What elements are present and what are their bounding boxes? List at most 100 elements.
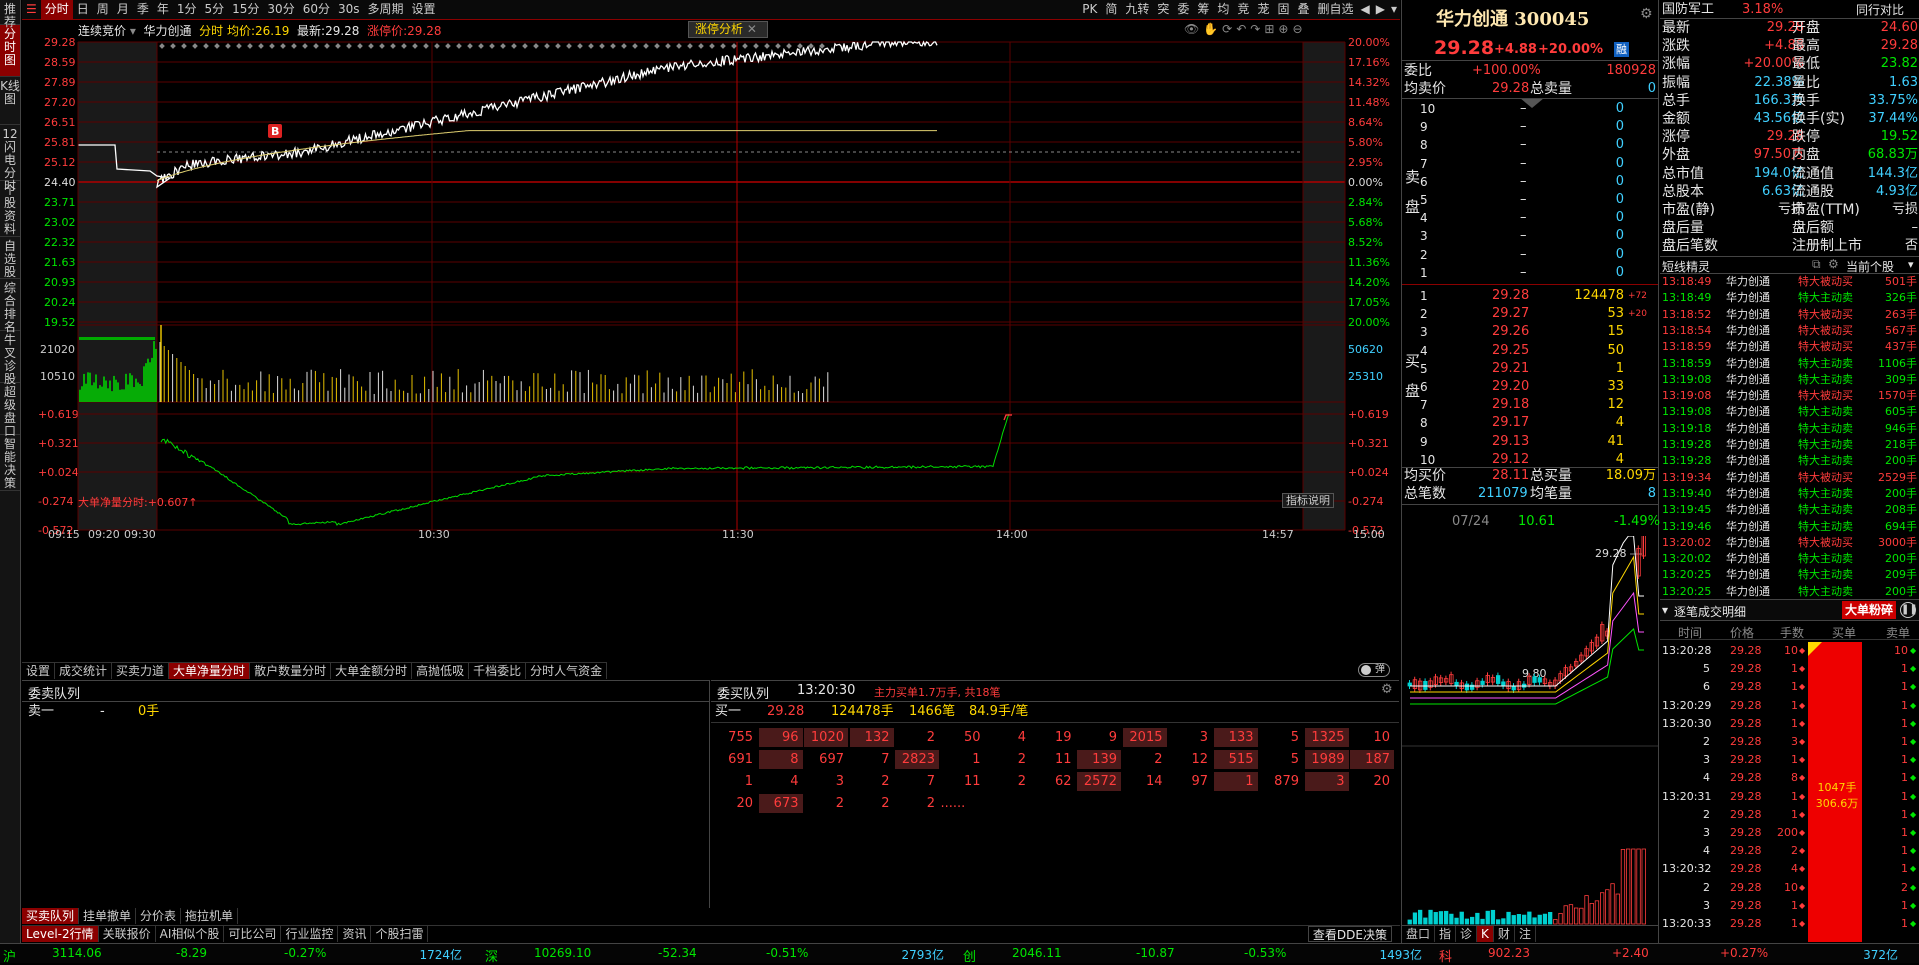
tool-button-0[interactable]: PK bbox=[1078, 0, 1101, 19]
tool-button-6[interactable]: 均 bbox=[1213, 0, 1233, 19]
index-name[interactable]: 科 bbox=[1439, 946, 1452, 965]
buy-price[interactable]: 29.27 bbox=[1492, 305, 1529, 323]
period-tab-8[interactable]: 15分 bbox=[228, 0, 263, 19]
grid-icon[interactable]: ☰ bbox=[22, 0, 41, 19]
sell-price[interactable]: – bbox=[1520, 100, 1527, 118]
indicator-tab-0[interactable]: 设置 bbox=[22, 663, 56, 679]
settings-icon[interactable]: ⚙ bbox=[1640, 6, 1653, 22]
elf-row[interactable]: 13:19:45 华力创通 特大主动卖 208手 bbox=[1660, 502, 1919, 518]
period-tab-13[interactable]: 设置 bbox=[408, 0, 440, 19]
elf-row[interactable]: 13:19:34 华力创通 特大被动买 2529手 bbox=[1660, 470, 1919, 486]
elf-row[interactable]: 13:19:08 华力创通 特大被动买 1570手 bbox=[1660, 388, 1919, 404]
elf-row[interactable]: 13:18:54 华力创通 特大被动买 567手 bbox=[1660, 323, 1919, 339]
period-tab-9[interactable]: 30分 bbox=[263, 0, 298, 19]
sell-price[interactable]: – bbox=[1520, 155, 1527, 173]
indicator-tab-4[interactable]: 散户数量分时 bbox=[250, 663, 332, 679]
period-tab-6[interactable]: 1分 bbox=[173, 0, 201, 19]
elf-row[interactable]: 13:19:40 华力创通 特大主动卖 200手 bbox=[1660, 486, 1919, 502]
dropdown-icon[interactable]: ▾ bbox=[1908, 258, 1914, 271]
period-tab-3[interactable]: 月 bbox=[113, 0, 133, 19]
sell-price[interactable]: – bbox=[1520, 191, 1527, 209]
mini-kline-chart[interactable]: 29.289.80 bbox=[1402, 536, 1658, 926]
indicator-tab-6[interactable]: 高抛低吸 bbox=[412, 663, 470, 679]
level2-tab-6[interactable]: 个股扫雷 bbox=[371, 926, 429, 942]
sell-price[interactable]: – bbox=[1520, 264, 1527, 282]
elf-scope[interactable]: 当前个股 bbox=[1846, 258, 1894, 275]
buy-price[interactable]: 29.18 bbox=[1492, 396, 1529, 414]
sell-price[interactable]: – bbox=[1520, 136, 1527, 154]
mini-tab-0[interactable]: 盘口 bbox=[1402, 926, 1436, 942]
mini-tab-5[interactable]: 注 bbox=[1515, 926, 1536, 942]
scroll-left-icon[interactable]: ◀ bbox=[1358, 0, 1373, 19]
queue-tab-2[interactable]: 分价表 bbox=[136, 908, 182, 924]
popup-toggle[interactable]: 弹 bbox=[1358, 663, 1390, 677]
elf-row[interactable]: 13:18:52 华力创通 特大被动买 263手 bbox=[1660, 307, 1919, 323]
indicator-tab-1[interactable]: 成交统计 bbox=[55, 663, 113, 679]
elf-row[interactable]: 13:19:08 华力创通 特大主动卖 605手 bbox=[1660, 404, 1919, 420]
elf-row[interactable]: 13:19:28 华力创通 特大主动卖 200手 bbox=[1660, 453, 1919, 469]
period-tab-12[interactable]: 多周期 bbox=[364, 0, 408, 19]
elf-row[interactable]: 13:18:49 华力创通 特大被动买 501手 bbox=[1660, 274, 1919, 290]
period-tab-7[interactable]: 5分 bbox=[201, 0, 229, 19]
elf-row[interactable]: 13:18:49 华力创通 特大主动卖 326手 bbox=[1660, 290, 1919, 306]
period-tab-1[interactable]: 日 bbox=[73, 0, 93, 19]
sell-price[interactable]: – bbox=[1520, 173, 1527, 191]
period-tab-2[interactable]: 周 bbox=[93, 0, 113, 19]
period-tab-0[interactable]: 分时 bbox=[40, 0, 73, 19]
buy-price[interactable]: 29.25 bbox=[1492, 342, 1529, 360]
index-name[interactable]: 深 bbox=[485, 946, 498, 965]
collapse-icon[interactable]: ▾ bbox=[1662, 603, 1668, 617]
tool-button-1[interactable]: 简 bbox=[1101, 0, 1121, 19]
peer-compare-link[interactable]: 同行对比 bbox=[1856, 1, 1904, 19]
tool-button-4[interactable]: 委 bbox=[1173, 0, 1193, 19]
elf-row[interactable]: 13:20:02 华力创通 特大主动卖 200手 bbox=[1660, 551, 1919, 567]
tool-button-8[interactable]: 茏 bbox=[1253, 0, 1273, 19]
buy-price[interactable]: 29.28 bbox=[1492, 287, 1529, 305]
gear-icon[interactable]: ⚙ bbox=[1828, 257, 1839, 271]
elf-row[interactable]: 13:19:08 华力创通 特大主动卖 309手 bbox=[1660, 372, 1919, 388]
dde-button[interactable]: 查看DDE决策 bbox=[1307, 926, 1392, 942]
elf-row[interactable]: 13:18:59 华力创通 特大主动卖 1106手 bbox=[1660, 356, 1919, 372]
buy-price[interactable]: 29.17 bbox=[1492, 414, 1529, 432]
period-tab-4[interactable]: 季 bbox=[133, 0, 153, 19]
close-icon[interactable]: ✕ bbox=[747, 22, 757, 36]
sell-price[interactable]: – bbox=[1520, 209, 1527, 227]
sidebar-item-0[interactable]: 推荐 bbox=[0, 0, 20, 29]
indicator-help-button[interactable]: 指标说明 bbox=[1282, 493, 1334, 508]
queue-tab-1[interactable]: 挂单撤单 bbox=[79, 908, 137, 924]
level2-tab-5[interactable]: 资讯 bbox=[338, 926, 372, 942]
tool-button-11[interactable]: 删自选 bbox=[1313, 0, 1357, 19]
buy-marker[interactable]: B bbox=[268, 124, 282, 138]
elf-row[interactable]: 13:20:25 华力创通 特大主动卖 209手 bbox=[1660, 567, 1919, 583]
indicator-tab-2[interactable]: 买卖力道 bbox=[112, 663, 170, 679]
indicator-tab-7[interactable]: 千档委比 bbox=[469, 663, 527, 679]
mini-tab-4[interactable]: 财 bbox=[1494, 926, 1515, 942]
sell-price[interactable]: – bbox=[1520, 227, 1527, 245]
tool-button-3[interactable]: 突 bbox=[1153, 0, 1173, 19]
buy-price[interactable]: 29.20 bbox=[1492, 378, 1529, 396]
indicator-tab-3[interactable]: 大单净量分时 bbox=[169, 663, 251, 679]
scroll-right-icon[interactable]: ▶ bbox=[1373, 0, 1388, 19]
pause-icon[interactable]: ❚❚ bbox=[1900, 602, 1918, 618]
sell-price[interactable]: – bbox=[1520, 246, 1527, 264]
limit-analysis-tab[interactable]: 涨停分析 ✕ bbox=[688, 21, 768, 38]
elf-row[interactable]: 13:20:02 华力创通 特大被动买 3000手 bbox=[1660, 535, 1919, 551]
tool-button-10[interactable]: 叠 bbox=[1293, 0, 1313, 19]
dropdown-icon[interactable]: ▾ bbox=[130, 24, 136, 38]
indicator-tab-8[interactable]: 分时人气资金 bbox=[526, 663, 608, 679]
buy-price[interactable]: 29.21 bbox=[1492, 360, 1529, 378]
dropdown-icon[interactable]: ▾ bbox=[1388, 0, 1400, 19]
intraday-chart[interactable]: 29.28 28.59 27.89 27.20 26.51 25.81 25.12 24.40… bbox=[0, 38, 1400, 660]
period-tab-10[interactable]: 60分 bbox=[299, 0, 334, 19]
mini-tab-1[interactable]: 指 bbox=[1435, 926, 1457, 942]
elf-row[interactable]: 13:20:25 华力创通 特大主动卖 200手 bbox=[1660, 584, 1919, 600]
level2-tab-2[interactable]: AI相似个股 bbox=[156, 926, 225, 942]
tool-button-2[interactable]: 九转 bbox=[1121, 0, 1153, 19]
elf-row[interactable]: 13:18:59 华力创通 特大被动买 437手 bbox=[1660, 339, 1919, 355]
sell-price[interactable]: – bbox=[1520, 118, 1527, 136]
queue-tab-3[interactable]: 拖拉机单 bbox=[181, 908, 239, 924]
sector-name[interactable]: 国防军工 bbox=[1662, 1, 1714, 19]
level2-tab-4[interactable]: 行业监控 bbox=[281, 926, 339, 942]
elf-row[interactable]: 13:19:18 华力创通 特大主动卖 946手 bbox=[1660, 421, 1919, 437]
buy-price[interactable]: 29.26 bbox=[1492, 323, 1529, 341]
